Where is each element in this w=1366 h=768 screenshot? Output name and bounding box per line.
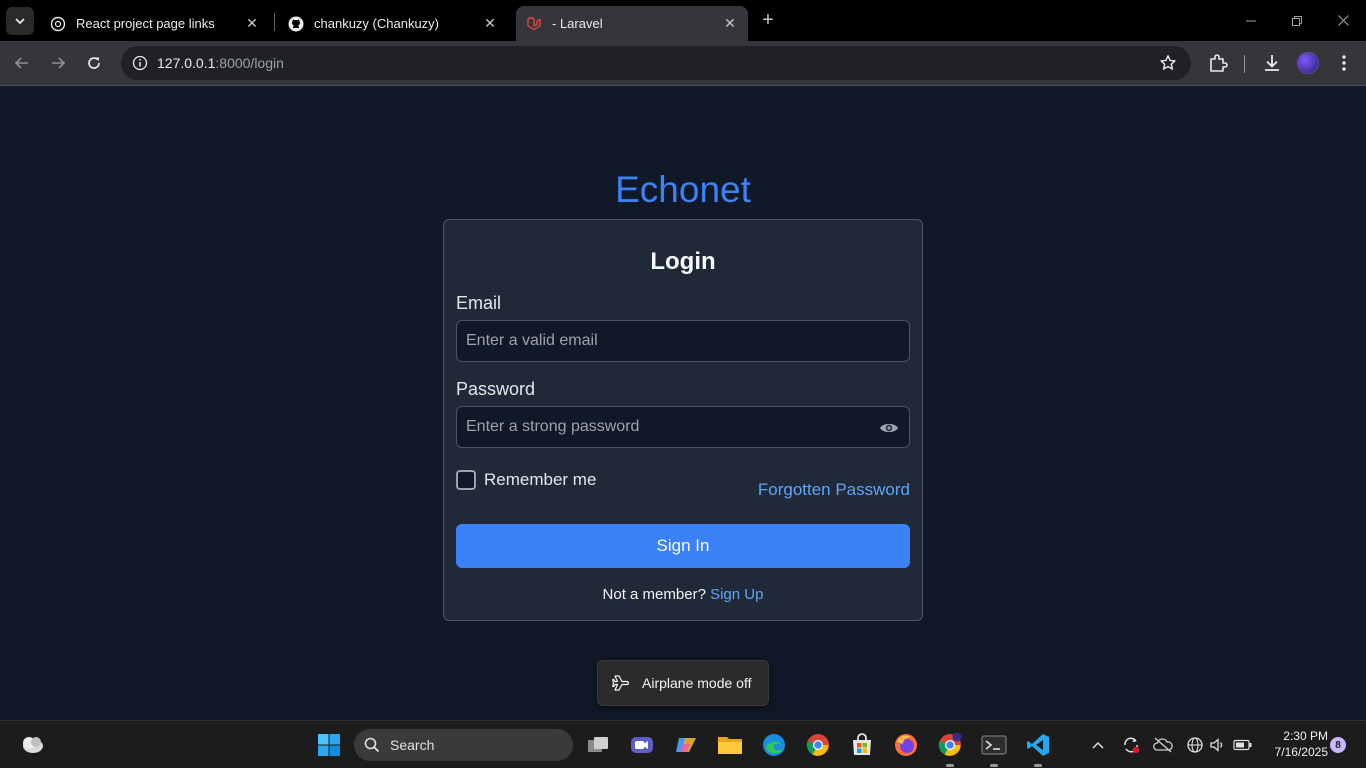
running-indicator (946, 764, 954, 767)
show-hidden-icons-chevron-up-icon[interactable] (1088, 735, 1108, 755)
page-content: Echonet Login Email Password Remember me… (0, 87, 1366, 720)
toast-text: Airplane mode off (642, 675, 752, 691)
github-icon (288, 16, 304, 32)
signup-prompt-row: Not a member? Sign Up (444, 586, 922, 603)
new-tab-button[interactable]: + (756, 8, 780, 32)
tab-laravel-active[interactable]: - Laravel ✕ (516, 6, 748, 41)
tab-title: chankuzy (Chankuzy) (314, 16, 439, 31)
reload-button[interactable] (79, 48, 109, 78)
minimize-icon (1246, 20, 1256, 21)
tab-divider (274, 13, 275, 31)
onedrive-offline-icon[interactable] (1153, 735, 1173, 755)
file-explorer-icon[interactable] (714, 729, 746, 761)
clock-date: 7/16/2025 (1274, 745, 1328, 759)
edge-browser-icon[interactable] (758, 729, 790, 761)
toolbar-divider (1244, 55, 1245, 73)
forgot-password-link[interactable]: Forgotten Password (758, 480, 910, 500)
restore-icon (1292, 15, 1302, 26)
site-info-icon[interactable] (125, 55, 155, 71)
airplane-mode-toast: Airplane mode off (597, 660, 769, 706)
brand-title: Echonet (615, 169, 751, 210)
vscode-icon[interactable] (1022, 729, 1054, 767)
login-card: Login Email Password Remember me Forgott… (443, 219, 923, 621)
email-label: Email (456, 293, 502, 313)
bookmark-star-icon[interactable] (1159, 54, 1177, 72)
restore-button[interactable] (1274, 0, 1320, 41)
volume-icon[interactable] (1208, 735, 1228, 755)
url-text[interactable]: 127.0.0.1:8000/login (157, 55, 284, 71)
download-icon[interactable] (1260, 51, 1284, 75)
arrow-left-icon (14, 57, 28, 69)
password-field[interactable] (456, 406, 910, 448)
microsoft-store-icon[interactable] (846, 729, 878, 761)
login-heading: Login (650, 248, 716, 275)
minimize-button[interactable] (1228, 0, 1274, 41)
close-icon[interactable]: ✕ (722, 15, 738, 32)
airplane-icon (611, 673, 631, 693)
tab-github[interactable]: chankuzy (Chankuzy) ✕ (278, 6, 508, 41)
url-path: :8000/login (215, 55, 284, 71)
close-window-button[interactable] (1320, 0, 1366, 41)
remember-me-row[interactable]: Remember me (456, 470, 596, 490)
signup-prompt-text: Not a member? (602, 586, 706, 603)
remember-me-label[interactable]: Remember me (484, 470, 596, 490)
close-icon (1337, 15, 1349, 26)
close-icon[interactable]: ✕ (244, 15, 260, 32)
sync-icon[interactable] (1121, 735, 1141, 755)
reload-icon (88, 57, 100, 69)
back-button[interactable] (7, 48, 37, 78)
sign-in-button[interactable]: Sign In (456, 524, 910, 568)
windows-taskbar: Search 2:30 PM 7/16/2025 8 (0, 720, 1366, 768)
openai-icon (50, 16, 66, 32)
firefox-icon[interactable] (890, 729, 922, 761)
system-clock[interactable]: 2:30 PM 7/16/2025 (1262, 728, 1328, 760)
running-indicator (990, 764, 998, 767)
running-indicator (1034, 764, 1042, 767)
forward-button[interactable] (43, 48, 73, 78)
sign-up-link[interactable]: Sign Up (710, 586, 763, 603)
more-menu-icon[interactable] (1332, 51, 1356, 75)
remember-me-checkbox[interactable] (456, 470, 476, 490)
search-icon (364, 737, 380, 753)
tab-search-button[interactable] (6, 7, 34, 35)
tab-title: React project page links (76, 16, 215, 31)
profile-avatar[interactable] (1297, 52, 1319, 74)
arrow-right-icon (52, 57, 66, 69)
clock-time: 2:30 PM (1283, 729, 1328, 743)
network-globe-icon[interactable] (1185, 735, 1205, 755)
chrome-profile-icon[interactable] (934, 729, 966, 767)
search-label: Search (390, 737, 435, 753)
chrome-icon[interactable] (802, 729, 834, 761)
tab-title: - Laravel (552, 16, 603, 31)
browser-tab-strip: React project page links ✕ chankuzy (Cha… (0, 0, 1366, 41)
password-label: Password (456, 379, 536, 399)
extensions-icon[interactable] (1206, 51, 1230, 75)
start-windows-icon[interactable] (313, 729, 345, 761)
url-host: 127.0.0.1 (157, 55, 216, 71)
terminal-icon[interactable] (978, 729, 1010, 767)
weather-icon[interactable] (16, 729, 48, 761)
battery-icon[interactable] (1233, 735, 1253, 755)
taskbar-search-box[interactable]: Search (354, 729, 573, 761)
show-password-icon[interactable] (878, 420, 900, 436)
laravel-icon (526, 16, 542, 32)
notification-badge[interactable]: 8 (1330, 737, 1346, 753)
address-bar[interactable]: 127.0.0.1:8000/login (121, 46, 1191, 80)
tab-react-links[interactable]: React project page links ✕ (40, 6, 270, 41)
meet-camera-icon[interactable] (626, 729, 658, 761)
task-view-icon[interactable] (582, 729, 614, 761)
browser-toolbar: 127.0.0.1:8000/login (0, 41, 1366, 86)
copilot-icon[interactable] (670, 729, 702, 761)
close-icon[interactable]: ✕ (482, 15, 498, 32)
chevron-down-icon (15, 18, 25, 25)
email-field[interactable] (456, 320, 910, 362)
